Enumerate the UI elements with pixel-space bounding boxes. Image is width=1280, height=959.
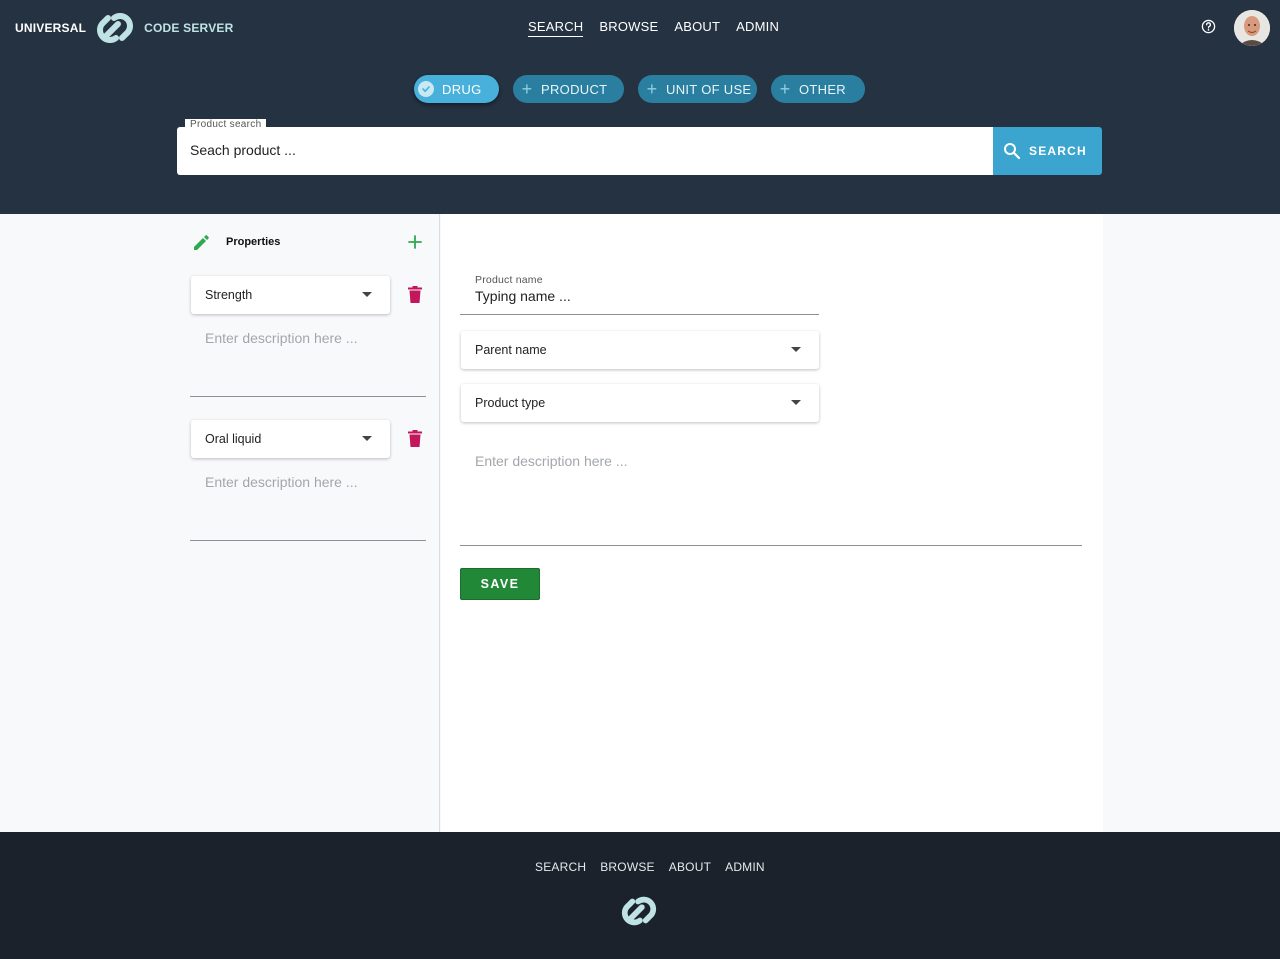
product-name-input[interactable]: Typing name ...	[475, 288, 571, 304]
property-select-strength[interactable]: Strength	[191, 276, 390, 314]
footer-nav-admin[interactable]: ADMIN	[725, 860, 765, 874]
chip-unit-of-use[interactable]: + UNIT OF USE	[638, 75, 757, 103]
footer-nav-browse[interactable]: BROWSE	[600, 860, 655, 874]
top-nav: SEARCH BROWSE ABOUT ADMIN	[528, 19, 779, 37]
property-divider	[190, 540, 426, 541]
caret-down-icon	[791, 347, 801, 352]
product-search: Product search Seach product ... SEARCH	[177, 119, 1102, 175]
plus-icon: +	[779, 79, 791, 99]
parent-name-value: Parent name	[475, 343, 547, 357]
caret-down-icon	[362, 292, 372, 297]
search-button[interactable]: SEARCH	[993, 127, 1102, 175]
chip-drug[interactable]: DRUG	[414, 75, 499, 103]
search-input[interactable]: Product search Seach product ...	[177, 119, 993, 175]
chip-product[interactable]: + PRODUCT	[513, 75, 624, 103]
property-select-oral-liquid[interactable]: Oral liquid	[191, 420, 390, 458]
nav-search[interactable]: SEARCH	[528, 19, 584, 37]
plus-icon: +	[521, 79, 533, 99]
product-type-value: Product type	[475, 396, 546, 410]
property-divider	[190, 396, 426, 397]
properties-title: Properties	[226, 236, 281, 248]
property-select-value: Strength	[205, 288, 253, 302]
nav-about[interactable]: ABOUT	[674, 19, 720, 37]
avatar-image	[1234, 10, 1270, 46]
chip-other[interactable]: + OTHER	[771, 75, 865, 103]
chip-label: UNIT OF USE	[666, 81, 752, 97]
header: UNIVERSAL CODE SERVER SEARCH BROWSE ABOU…	[0, 0, 1280, 214]
trash-icon[interactable]	[408, 430, 422, 447]
footer-nav-search[interactable]: SEARCH	[535, 860, 586, 874]
plus-icon: +	[646, 79, 658, 99]
search-button-label: SEARCH	[1029, 144, 1087, 158]
save-button[interactable]: SAVE	[460, 568, 540, 600]
chip-label: DRUG	[442, 81, 482, 97]
category-chips: DRUG + PRODUCT + UNIT OF USE + OTHER	[0, 75, 1280, 103]
search-icon	[1004, 143, 1021, 160]
product-name-underline	[460, 314, 819, 315]
property-description-input[interactable]: Enter description here ...	[205, 474, 358, 490]
footer-nav: SEARCH BROWSE ABOUT ADMIN	[535, 860, 765, 874]
product-form-panel	[441, 214, 1103, 832]
chip-label: OTHER	[799, 81, 846, 97]
brand-text-left: UNIVERSAL	[15, 21, 87, 35]
product-name-label: Product name	[475, 274, 543, 286]
footer-logo-icon	[621, 896, 657, 926]
logo-icon	[97, 13, 134, 43]
product-type-select[interactable]: Product type	[461, 384, 819, 422]
help-circle-icon[interactable]	[1201, 19, 1216, 34]
search-input-text: Seach product ...	[190, 142, 296, 158]
property-select-value: Oral liquid	[205, 432, 262, 446]
brand-text-right: CODE SERVER	[144, 21, 234, 35]
search-label: Product search	[185, 119, 267, 130]
check-circle-icon	[418, 81, 434, 97]
chip-label: PRODUCT	[541, 81, 608, 97]
caret-down-icon	[791, 400, 801, 405]
product-description-input[interactable]: Enter description here ...	[475, 453, 628, 469]
caret-down-icon	[362, 436, 372, 441]
brand[interactable]: UNIVERSAL CODE SERVER	[15, 6, 233, 50]
nav-admin[interactable]: ADMIN	[736, 19, 779, 37]
property-description-input[interactable]: Enter description here ...	[205, 330, 358, 346]
footer-nav-about[interactable]: ABOUT	[669, 860, 711, 874]
trash-icon[interactable]	[408, 286, 422, 303]
avatar[interactable]	[1234, 10, 1270, 46]
footer: SEARCH BROWSE ABOUT ADMIN	[0, 832, 1280, 959]
nav-browse[interactable]: BROWSE	[599, 19, 658, 37]
pencil-icon[interactable]	[192, 234, 210, 252]
add-property-icon[interactable]	[407, 234, 423, 250]
parent-name-select[interactable]: Parent name	[461, 331, 819, 369]
description-divider	[460, 545, 1082, 546]
